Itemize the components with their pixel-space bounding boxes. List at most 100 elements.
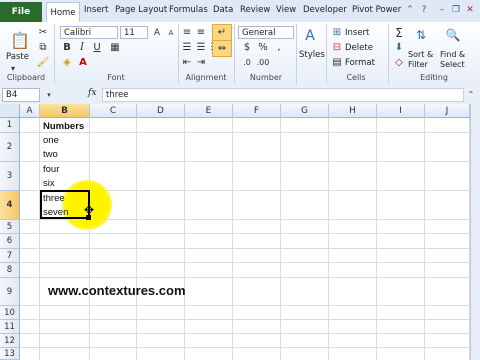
italic-icon[interactable]: I	[75, 41, 89, 54]
decrease-indent-icon[interactable]: ⇤	[180, 56, 194, 69]
window-minimize-icon[interactable]: –	[436, 4, 448, 16]
cell-b3-line1[interactable]: four	[40, 162, 90, 175]
window-restore-icon[interactable]: ❐	[450, 4, 462, 16]
shrink-font-icon[interactable]: A	[164, 26, 178, 39]
paste-icon[interactable]: 📋	[8, 26, 32, 54]
find-select-button-line2[interactable]: Select	[440, 60, 465, 69]
align-center-icon[interactable]: ☰	[194, 41, 208, 54]
row-header-12[interactable]: 12	[0, 334, 20, 348]
cell-b3-line2[interactable]: six	[40, 176, 90, 189]
row-header-3[interactable]: 3	[0, 162, 20, 191]
font-color-icon[interactable]: A	[76, 56, 90, 69]
tab-formulas[interactable]: Formulas	[169, 5, 208, 19]
align-top-icon[interactable]: ≡	[180, 26, 194, 39]
increase-decimal-icon[interactable]: .0	[240, 56, 254, 69]
column-header-d[interactable]: D	[137, 104, 185, 118]
decrease-decimal-icon[interactable]: .00	[256, 56, 270, 69]
find-select-icon[interactable]: 🔍	[444, 26, 462, 44]
increase-indent-icon[interactable]: ⇥	[194, 56, 208, 69]
column-header-g[interactable]: G	[281, 104, 329, 118]
styles-button[interactable]: Styles	[299, 50, 325, 60]
align-left-icon[interactable]: ☰	[180, 41, 194, 54]
copy-icon[interactable]: ⧉	[36, 41, 50, 54]
number-format-dropdown[interactable]: General	[238, 26, 294, 39]
column-header-e[interactable]: E	[185, 104, 233, 118]
format-cells-icon[interactable]: ▤	[330, 56, 344, 69]
row-header-6[interactable]: 6	[0, 234, 20, 249]
delete-cells-icon[interactable]: ⊟	[330, 41, 344, 54]
insert-button[interactable]: Insert	[345, 28, 369, 38]
cell-b1[interactable]: Numbers	[40, 118, 110, 132]
row-header-5[interactable]: 5	[0, 220, 20, 234]
row-header-10[interactable]: 10	[0, 306, 20, 320]
insert-function-icon[interactable]: fx	[88, 88, 96, 98]
paste-button[interactable]: Paste	[6, 52, 29, 62]
name-box[interactable]: B4	[2, 88, 40, 102]
tab-insert[interactable]: Insert	[84, 5, 108, 19]
currency-icon[interactable]: $	[240, 41, 254, 54]
percent-icon[interactable]: %	[256, 41, 270, 54]
column-header-f[interactable]: F	[233, 104, 281, 118]
tab-page-layout[interactable]: Page Layout	[115, 5, 167, 19]
font-name-dropdown[interactable]: Calibri	[60, 26, 118, 39]
borders-icon[interactable]: ▦	[108, 41, 122, 54]
row-header-7[interactable]: 7	[0, 249, 20, 263]
styles-icon[interactable]: A	[300, 26, 320, 46]
sort-filter-icon[interactable]: ⇅	[412, 26, 430, 44]
format-button[interactable]: Format	[345, 58, 375, 68]
grow-font-icon[interactable]: A	[150, 26, 164, 39]
font-size-dropdown[interactable]: 11	[120, 26, 148, 39]
find-select-button[interactable]: Find &	[440, 50, 465, 59]
expand-formula-bar-icon[interactable]: ⌃	[464, 88, 478, 101]
select-all-corner[interactable]	[0, 104, 20, 118]
format-painter-icon[interactable]: 🖌	[36, 56, 50, 69]
column-header-a[interactable]: A	[20, 104, 40, 118]
column-header-h[interactable]: H	[329, 104, 377, 118]
cell-b4-line1[interactable]: three	[40, 191, 90, 204]
row-header-1[interactable]: 1	[0, 118, 20, 133]
cell-b2-line2[interactable]: two	[40, 147, 90, 160]
tab-file[interactable]: File	[0, 2, 42, 22]
tab-developer[interactable]: Developer	[303, 5, 347, 19]
merge-center-icon[interactable]: ⇔	[212, 40, 232, 57]
row-header-4[interactable]: 4	[0, 191, 20, 220]
window-close-icon[interactable]: ✕	[464, 4, 476, 16]
fill-color-icon[interactable]: ◈	[60, 56, 74, 69]
clear-icon[interactable]: ◇	[392, 56, 406, 69]
sort-filter-button-line2[interactable]: Filter	[408, 60, 428, 69]
tab-pivot-power[interactable]: Pivot Power	[352, 5, 401, 19]
name-box-dropdown-icon[interactable]: ▾	[42, 88, 56, 101]
row-header-11[interactable]: 11	[0, 320, 20, 334]
wrap-text-icon[interactable]: ↵	[212, 24, 232, 41]
formula-input[interactable]: three	[102, 88, 464, 102]
column-header-i[interactable]: I	[377, 104, 425, 118]
sort-filter-button[interactable]: Sort &	[408, 50, 433, 59]
insert-cells-icon[interactable]: ⊞	[330, 26, 344, 39]
delete-button[interactable]: Delete	[345, 43, 373, 53]
column-header-b[interactable]: B	[40, 104, 90, 118]
row-header-13[interactable]: 13	[0, 348, 20, 360]
cell-b4-line2[interactable]: seven	[40, 205, 90, 218]
ribbon-separator	[296, 24, 297, 84]
bold-icon[interactable]: B	[60, 41, 74, 54]
grid-line-vertical	[184, 118, 185, 360]
comma-style-icon[interactable]: ,	[272, 41, 286, 54]
autosum-icon[interactable]: Σ	[392, 26, 406, 40]
vertical-scrollbar[interactable]	[470, 104, 480, 360]
cell-b2-line1[interactable]: one	[40, 133, 90, 146]
tab-data[interactable]: Data	[213, 5, 233, 19]
help-icon[interactable]: ?	[418, 4, 430, 16]
tab-view[interactable]: View	[276, 5, 296, 19]
column-header-c[interactable]: C	[90, 104, 137, 118]
row-header-9[interactable]: 9	[0, 278, 20, 306]
tab-review[interactable]: Review	[240, 5, 270, 19]
align-middle-icon[interactable]: ≡	[194, 26, 208, 39]
minimize-ribbon-icon[interactable]: ⌃	[404, 4, 416, 16]
column-header-j[interactable]: J	[425, 104, 470, 118]
cut-icon[interactable]: ✂	[36, 26, 50, 39]
tab-home[interactable]: Home	[46, 2, 80, 23]
fill-icon[interactable]: ⬇	[392, 41, 406, 54]
row-header-2[interactable]: 2	[0, 133, 20, 162]
underline-icon[interactable]: U	[90, 41, 104, 54]
row-header-8[interactable]: 8	[0, 263, 20, 278]
